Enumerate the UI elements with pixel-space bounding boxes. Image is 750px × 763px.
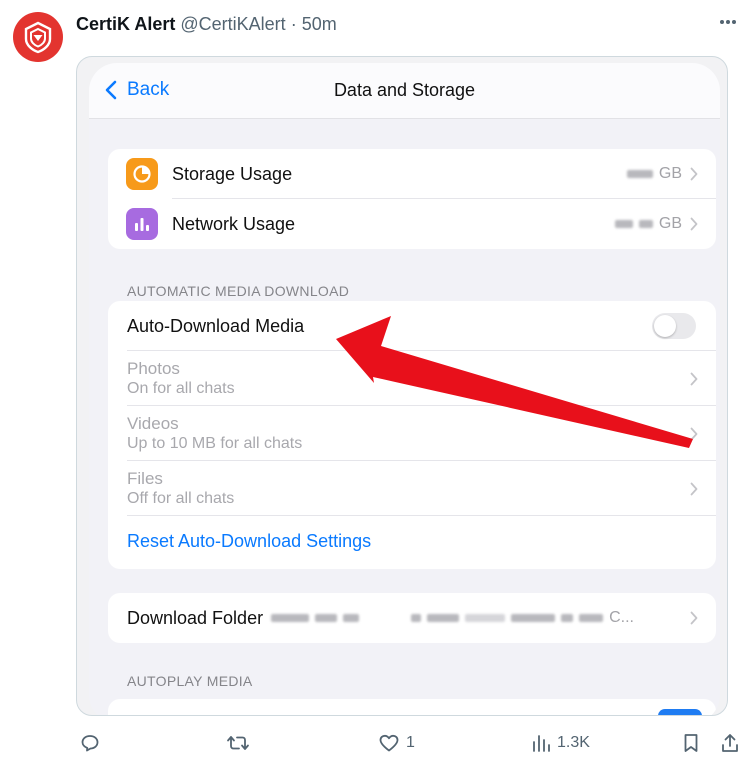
certik-shield-logo <box>24 21 52 54</box>
photos-desc: On for all chats <box>127 380 235 397</box>
auto-download-section-header: AUTOMATIC MEDIA DOWNLOAD <box>127 283 350 299</box>
network-usage-value: GB <box>614 215 682 233</box>
download-folder-label: Download Folder <box>127 607 264 628</box>
chevron-right-icon <box>690 217 698 231</box>
like-count: 1 <box>406 734 415 751</box>
download-folder-group: Download Folder C... <box>108 593 716 643</box>
autoplay-group <box>108 699 716 715</box>
network-usage-row[interactable]: Network Usage GB <box>108 199 716 249</box>
tweet-timestamp[interactable]: 50m <box>302 14 337 34</box>
storage-usage-label: Storage Usage <box>172 163 293 184</box>
auto-download-label: Auto-Download Media <box>127 315 305 336</box>
author-avatar[interactable] <box>13 12 63 62</box>
tweet-action-bar: 1 1.3K <box>0 733 750 761</box>
author-name[interactable]: CertiK Alert <box>76 14 175 34</box>
chevron-right-icon <box>690 482 698 495</box>
chevron-right-icon <box>690 372 698 385</box>
views-button[interactable]: 1.3K <box>531 733 590 753</box>
tweet-media-image[interactable]: Back Data and Storage Storage Usage GB N… <box>76 56 728 716</box>
files-row[interactable]: Files Off for all chats <box>108 461 716 516</box>
header-separator: · <box>290 14 297 34</box>
retweet-button[interactable] <box>226 733 250 753</box>
author-handle[interactable]: @CertiKAlert <box>180 14 285 34</box>
retweet-icon <box>227 736 249 750</box>
autoplay-toggle[interactable] <box>658 709 702 715</box>
more-options-button[interactable] <box>718 10 738 36</box>
bar-chart-icon <box>126 208 158 240</box>
views-icon <box>533 735 550 752</box>
chevron-right-icon <box>690 427 698 440</box>
views-count: 1.3K <box>557 734 590 751</box>
reset-row: Reset Auto-Download Settings <box>108 516 716 566</box>
share-icon <box>722 734 738 752</box>
reply-icon <box>81 735 99 752</box>
videos-row[interactable]: Videos Up to 10 MB for all chats <box>108 406 716 461</box>
chevron-right-icon <box>690 611 698 625</box>
files-desc: Off for all chats <box>127 490 235 507</box>
storage-usage-row[interactable]: Storage Usage GB <box>108 149 716 199</box>
download-folder-suffix: C... <box>609 609 634 626</box>
pie-chart-icon <box>126 158 158 190</box>
chevron-right-icon <box>690 167 698 181</box>
network-usage-unit: GB <box>658 215 682 232</box>
storage-usage-value: GB <box>626 165 682 183</box>
auto-download-toggle[interactable] <box>652 313 696 339</box>
files-title: Files <box>127 469 163 488</box>
usage-group: Storage Usage GB Network Usage GB <box>108 149 716 249</box>
heart-icon <box>379 734 399 752</box>
bookmark-icon <box>684 734 698 752</box>
storage-usage-unit: GB <box>658 165 682 182</box>
like-button[interactable]: 1 <box>378 733 415 753</box>
phone-screenshot: Back Data and Storage Storage Usage GB N… <box>89 63 720 715</box>
bookmark-button[interactable] <box>682 733 700 753</box>
videos-desc: Up to 10 MB for all chats <box>127 435 303 452</box>
download-folder-row[interactable]: Download Folder C... <box>108 593 716 643</box>
autoplay-section-header: AUTOPLAY MEDIA <box>127 673 253 689</box>
videos-title: Videos <box>127 414 179 433</box>
download-folder-path: C... <box>271 609 634 627</box>
page-title: Data and Storage <box>333 80 476 100</box>
auto-download-row: Auto-Download Media <box>108 301 716 351</box>
photos-title: Photos <box>127 359 180 378</box>
reset-auto-download-button[interactable]: Reset Auto-Download Settings <box>127 531 371 552</box>
settings-navbar: Back Data and Storage <box>89 63 720 119</box>
reply-button[interactable] <box>80 733 100 753</box>
network-usage-label: Network Usage <box>172 213 296 234</box>
share-button[interactable] <box>720 733 740 753</box>
tweet-header: CertiK Alert @CertiKAlert · 50m <box>76 13 337 35</box>
photos-row[interactable]: Photos On for all chats <box>108 351 716 406</box>
auto-download-group: Auto-Download Media Photos On for all ch… <box>108 301 716 569</box>
ellipsis-icon <box>720 20 736 24</box>
